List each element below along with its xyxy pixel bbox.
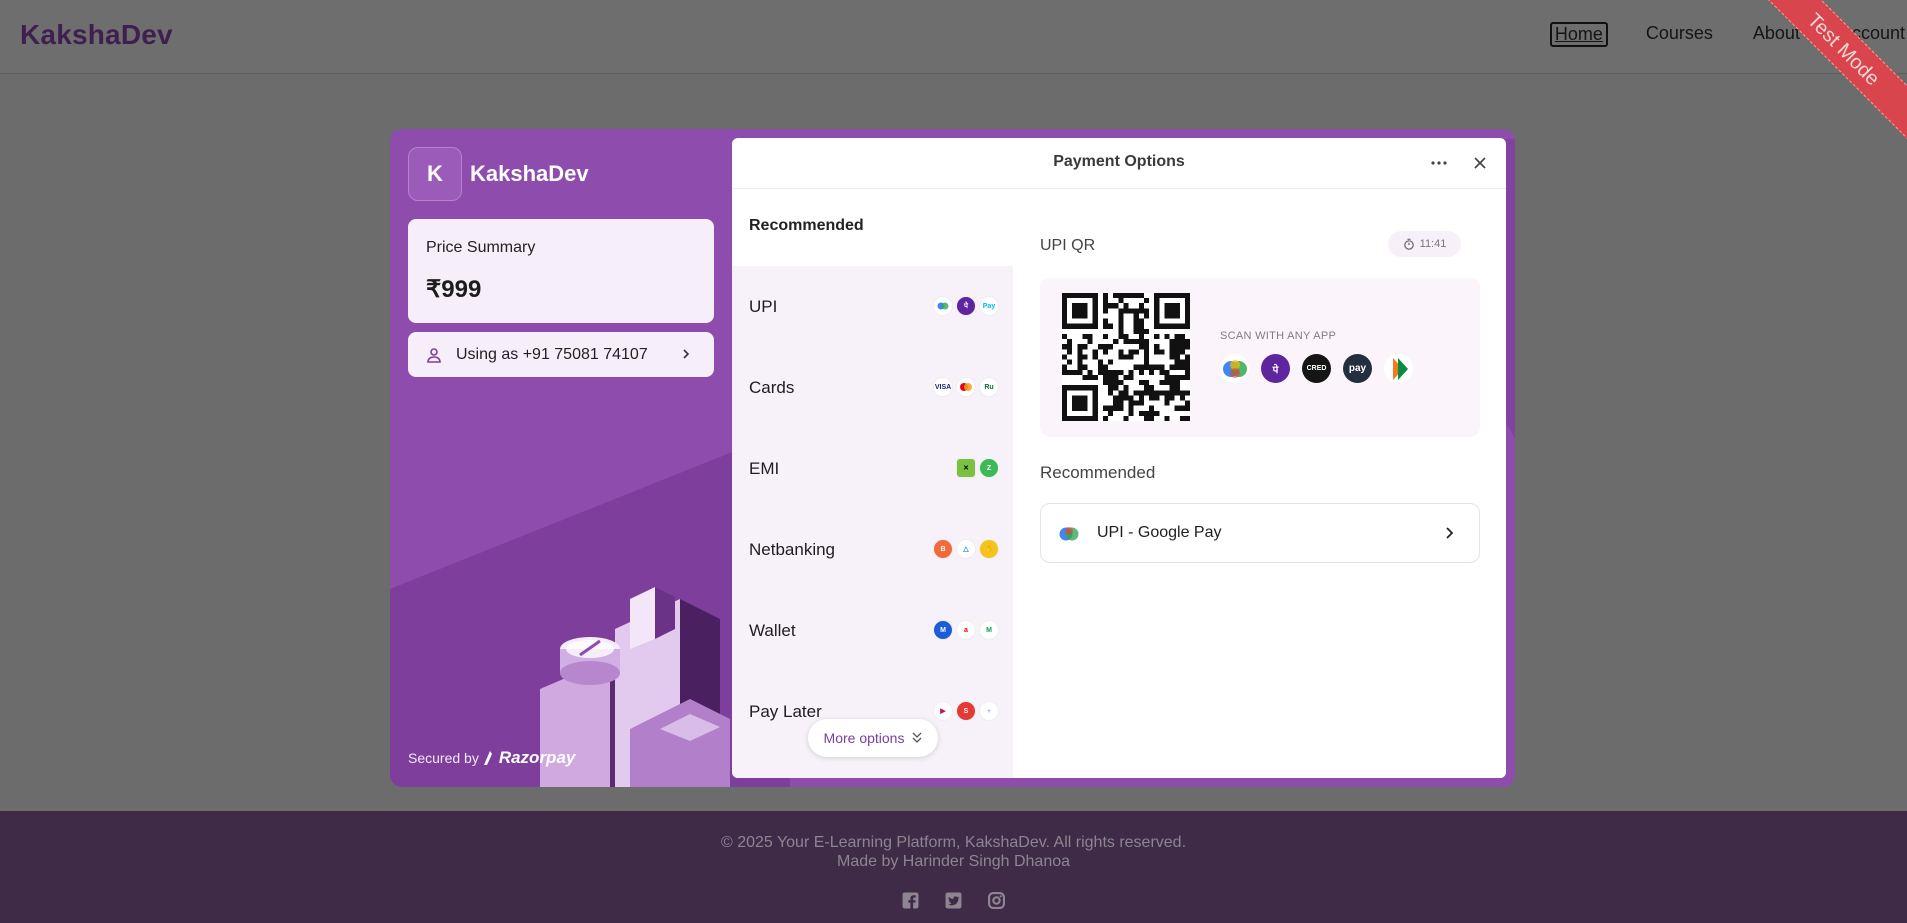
- method-upi[interactable]: UPI पे Pay: [732, 271, 1013, 341]
- more-menu-icon[interactable]: [1429, 153, 1449, 173]
- phonepe-icon: पे: [956, 296, 976, 316]
- bank-icon: △: [956, 539, 976, 559]
- footer-credit: Made by Harinder Singh Dhanoa: [836, 853, 1071, 870]
- method-icons: पे Pay: [933, 296, 999, 316]
- timer-value: 11:41: [1419, 238, 1447, 250]
- bank-icon: B: [933, 539, 953, 559]
- bank-icon: ✋: [979, 539, 999, 559]
- twitter-icon[interactable]: [945, 892, 962, 909]
- provider-name: Razorpay: [498, 748, 576, 767]
- method-label: Pay Later: [749, 702, 822, 721]
- method-label: Cards: [749, 378, 795, 397]
- merchant-logo: K: [408, 147, 462, 201]
- razorpay-logo-icon: [483, 751, 492, 765]
- upi-qr-title: UPI QR: [1040, 237, 1096, 254]
- panel-header: Payment Options: [732, 138, 1506, 189]
- wallet-m-icon: M: [979, 620, 999, 640]
- airtel-icon: a: [956, 620, 976, 640]
- method-icons: ▶ S ♆: [933, 701, 999, 721]
- payment-methods-list: Recommended UPI पे Pay Cards VISA Ru EMI…: [732, 189, 1013, 778]
- upi-google-pay-label: UPI - Google Pay: [1097, 524, 1222, 541]
- secured-by-badge: Secured by Razorpay: [408, 748, 575, 768]
- recommended-title: Recommended: [1040, 463, 1156, 482]
- upi-google-pay-option[interactable]: UPI - Google Pay: [1040, 503, 1480, 563]
- mastercard-icon: [956, 377, 976, 397]
- qr-timer: 11:41: [1388, 231, 1461, 257]
- bhim-icon: [1384, 354, 1413, 383]
- price-value: ₹999: [426, 276, 482, 303]
- facebook-icon[interactable]: [902, 892, 919, 909]
- chevron-right-icon: [1446, 527, 1454, 539]
- zest-icon: Z: [979, 458, 999, 478]
- methods-heading-row: Recommended: [732, 189, 1013, 266]
- method-icons: ✕ Z: [956, 458, 999, 478]
- method-netbanking[interactable]: Netbanking B △ ✋: [732, 514, 1013, 584]
- nav-courses[interactable]: Courses: [1644, 22, 1715, 47]
- site-header: KakshaDev Home Courses About Account Tes…: [0, 0, 1907, 144]
- rupay-icon: Ru: [979, 377, 999, 397]
- panel-title: Payment Options: [1053, 153, 1185, 170]
- instagram-icon[interactable]: [988, 892, 1005, 909]
- gpay-icon: [1220, 354, 1249, 383]
- amazon-pay-icon: pay: [1343, 354, 1372, 383]
- method-icons: M a M: [933, 620, 999, 640]
- stopwatch-icon: [1403, 238, 1414, 250]
- phonepe-icon: पे: [1261, 354, 1290, 383]
- mobikwik-icon: M: [933, 620, 953, 640]
- price-summary-card: Price Summary ₹999: [408, 219, 714, 323]
- user-contact-label: Using as +91 75081 74107: [456, 345, 648, 363]
- price-summary-label: Price Summary: [426, 239, 536, 256]
- checkout-modal: K KakshaDev Price Summary ₹999 Using as …: [390, 129, 1515, 787]
- merchant-name: KakshaDev: [470, 161, 589, 186]
- double-chevron-down-icon: [913, 732, 922, 743]
- emi-x-icon: ✕: [956, 458, 976, 478]
- social-links: [0, 892, 1907, 909]
- scan-instruction: SCAN WITH ANY APP: [1220, 330, 1337, 342]
- gpay-icon: [933, 296, 953, 316]
- test-mode-ribbon: Test Mode: [1757, 0, 1907, 150]
- lazypay-icon: ▶: [933, 701, 953, 721]
- method-emi[interactable]: EMI ✕ Z: [732, 433, 1013, 503]
- cred-icon: CRED: [1302, 354, 1331, 383]
- close-icon[interactable]: [1470, 153, 1490, 173]
- site-footer: © 2025 Your E-Learning Platform, KakshaD…: [0, 811, 1907, 923]
- simpl-icon: S: [956, 701, 976, 721]
- qr-code[interactable]: [1062, 293, 1190, 421]
- person-icon: [427, 347, 441, 363]
- method-label: EMI: [749, 459, 780, 478]
- method-icons: B △ ✋: [933, 539, 999, 559]
- chevron-right-icon: [683, 349, 690, 359]
- method-wallet[interactable]: Wallet M a M: [732, 595, 1013, 665]
- upi-qr-section: UPI QR 11:41 SCAN WITH ANY APP पे CRED p…: [1013, 189, 1506, 778]
- methods-heading: Recommended: [749, 217, 864, 234]
- upi-app-icons: पे CRED pay: [1220, 354, 1413, 383]
- merchant-info: K KakshaDev: [408, 147, 589, 201]
- method-cards[interactable]: Cards VISA Ru: [732, 352, 1013, 422]
- nav-home[interactable]: Home: [1549, 22, 1608, 47]
- method-label: Netbanking: [749, 540, 836, 559]
- method-label: UPI: [749, 297, 778, 316]
- qr-card: SCAN WITH ANY APP पे CRED pay: [1040, 278, 1480, 437]
- test-mode-label: Test Mode: [1757, 0, 1907, 144]
- more-options-label: More options: [823, 730, 905, 746]
- payment-panel: Payment Options Recommended UPI पे Pay C…: [732, 138, 1506, 778]
- site-brand[interactable]: KakshaDev: [20, 19, 173, 51]
- paytm-icon: Pay: [979, 296, 999, 316]
- more-options-button[interactable]: More options: [808, 719, 938, 757]
- user-contact-button[interactable]: Using as +91 75081 74107: [408, 332, 714, 377]
- footer-copyright: © 2025 Your E-Learning Platform, KakshaD…: [720, 834, 1187, 851]
- visa-icon: VISA: [933, 377, 953, 397]
- gpay-icon: [1059, 527, 1079, 541]
- icici-icon: ♆: [979, 701, 999, 721]
- method-label: Wallet: [749, 621, 796, 640]
- secured-by-label: Secured by: [408, 750, 479, 766]
- method-icons: VISA Ru: [933, 377, 999, 397]
